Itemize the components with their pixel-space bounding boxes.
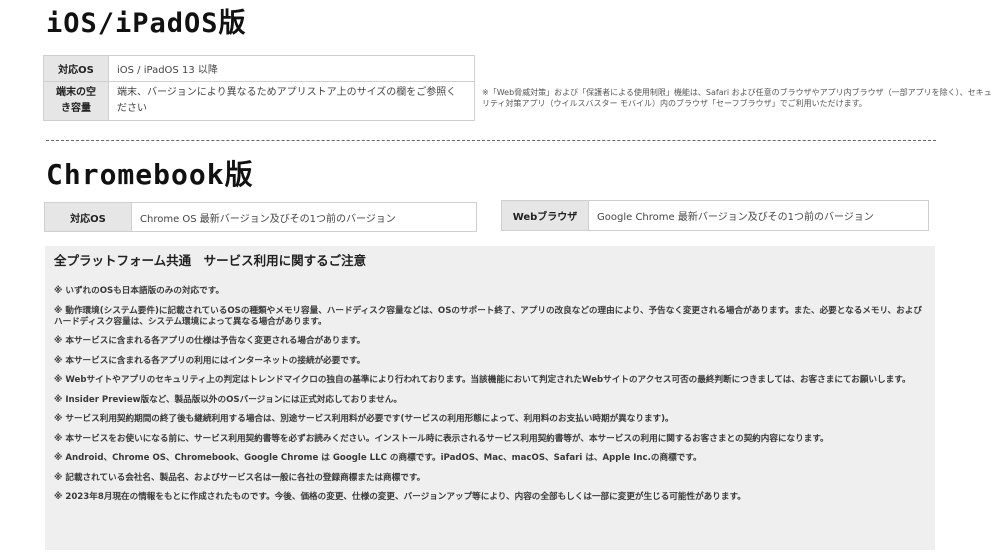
list-item: ※ サービス利用契約期間の終了後も継続利用する場合は、別途サービス利用料が必要で… [54,414,674,424]
section-divider [46,140,936,141]
list-item: ※ 動作環境(システム要件)に記載されているOSの種類やメモリ容量、ハードディス… [54,305,922,327]
list-item: ※ Webサイトやアプリのセキュリティ上の判定はトレンドマイクロの独自の基準によ… [54,375,911,385]
chromebook-os-table: 対応OS Chrome OS 最新バージョン及びその1つ前のバージョン [44,202,477,232]
table-row: 対応OS Chrome OS 最新バージョン及びその1つ前のバージョン [44,202,477,232]
browser-label-cell: Webブラウザ [501,200,589,231]
notice-title: 全プラットフォーム共通 サービス利用に関するご注意 [54,253,367,268]
list-item: ※ 記載されている会社名、製品名、およびサービス名は一般に各社の登録商標または商… [54,472,426,483]
list-item: ※ 本サービスに含まれる各アプリの仕様は予告なく変更される場合があります。 [54,336,366,346]
list-item: ※ 2023年8月現在の情報をもとに作成されたものです。今後、価格の変更、仕様の… [54,492,746,502]
ios-spec-table: 対応OS iOS / iPadOS 13 以降 端末の空き容量 端末、バージョン… [43,55,475,121]
os-value-cell: iOS / iPadOS 13 以降 [108,55,475,82]
list-item: ※ Insider Preview版など、製品版以外のOSバージョンには正式対応… [54,394,402,405]
browser-value-cell: Google Chrome 最新バージョン及びその1つ前のバージョン [588,200,929,231]
table-row: 対応OS iOS / iPadOS 13 以降 [43,55,475,82]
list-item: ※ Android、Chrome OS、Chromebook、Google Ch… [54,453,702,463]
notice-box: 全プラットフォーム共通 サービス利用に関するご注意 ※ いずれのOSも日本語版の… [45,246,935,550]
chromebook-browser-table: Webブラウザ Google Chrome 最新バージョン及びその1つ前のバージ… [501,200,929,231]
storage-value-cell: 端末、バージョンにより異なるためアプリストア上のサイズの欄をご参照ください [108,81,475,121]
os-label-cell: 対応OS [43,55,109,82]
os-label-cell: 対応OS [44,202,132,232]
storage-label-cell: 端末の空き容量 [43,81,109,121]
notice-list: ※ いずれのOSも日本語版のみの対応です。 ※ 動作環境(システム要件)に記載さ… [54,286,923,503]
ios-footnote: ※「Web脅威対策」および「保護者による使用制限」機能は、Safari および任… [482,88,992,108]
chromebook-section-title: Chromebook版 [46,158,254,191]
table-row: Webブラウザ Google Chrome 最新バージョン及びその1つ前のバージ… [501,200,929,231]
table-row: 端末の空き容量 端末、バージョンにより異なるためアプリストア上のサイズの欄をご参… [43,81,475,121]
list-item: ※ 本サービスに含まれる各アプリの利用にはインターネットの接続が必要です。 [54,355,366,366]
os-value-cell: Chrome OS 最新バージョン及びその1つ前のバージョン [131,202,477,232]
list-item: ※ 本サービスをお使いになる前に、サービス利用契約書等を必ずお読みください。イン… [54,433,829,444]
list-item: ※ いずれのOSも日本語版のみの対応です。 [54,286,225,296]
ios-section-title: iOS/iPadOS版 [46,8,247,39]
